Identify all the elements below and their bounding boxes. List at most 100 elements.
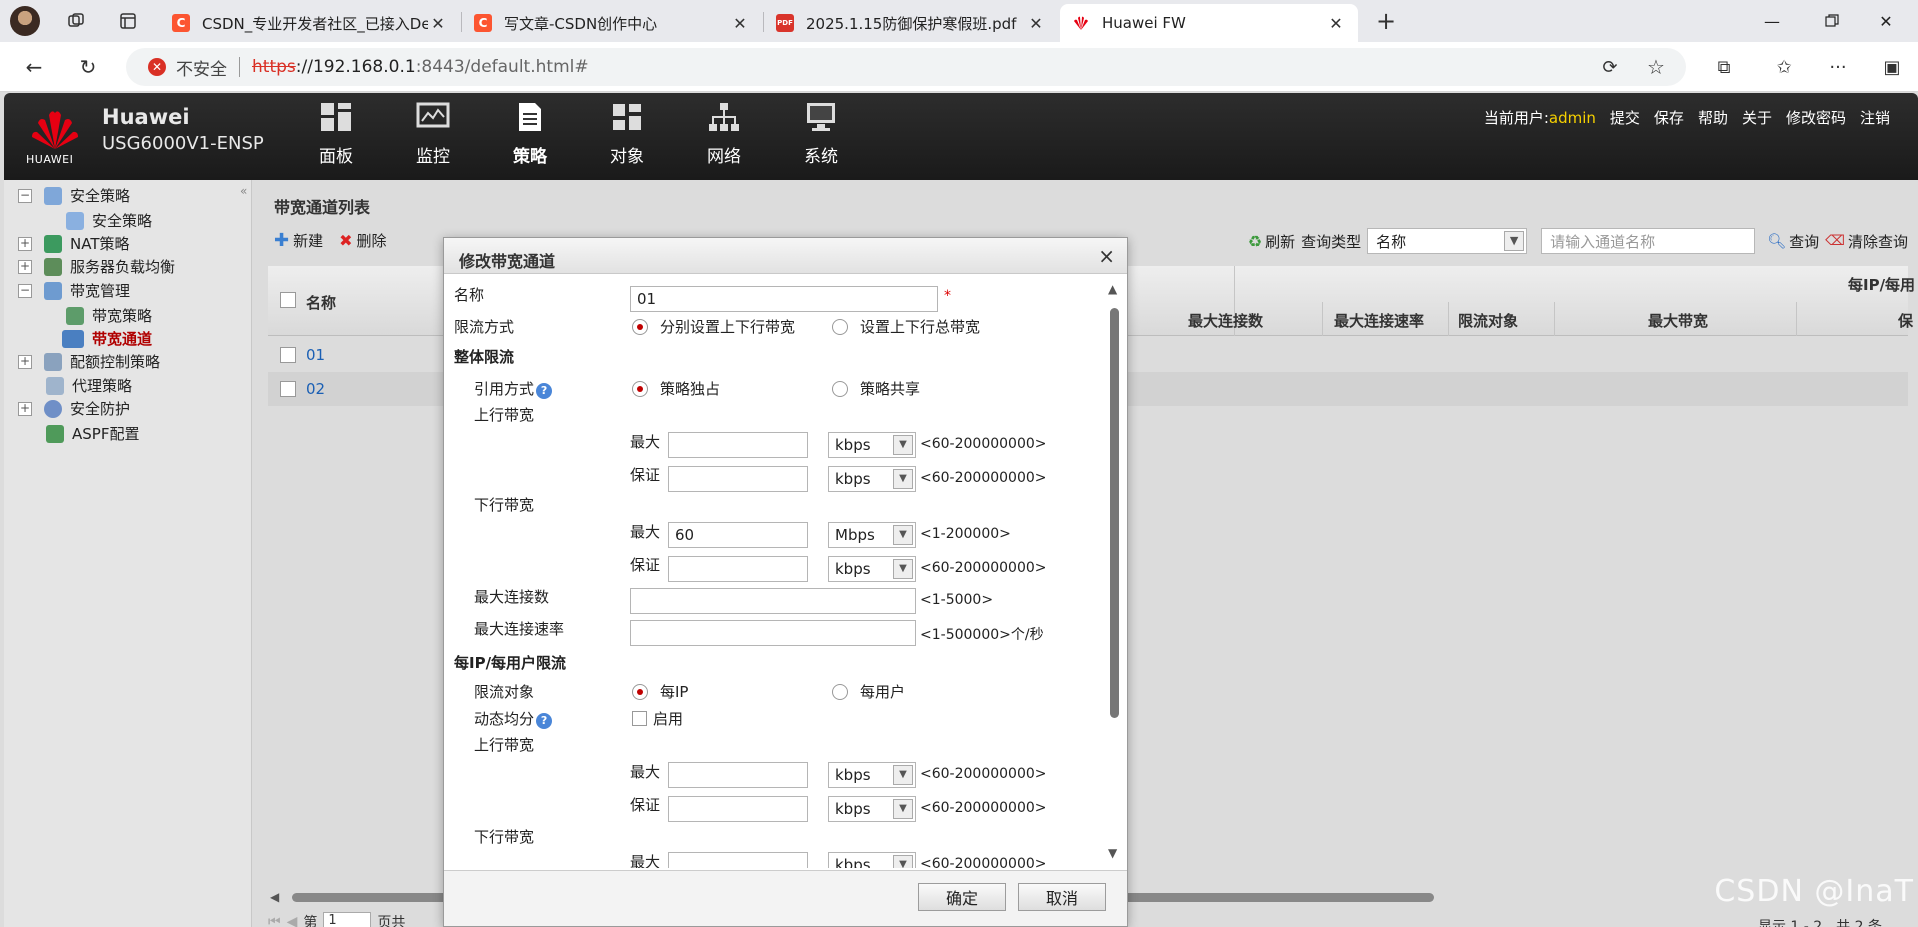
col-header-max-conn[interactable]: 最大连接数 (1188, 310, 1263, 331)
close-tab-icon[interactable]: ✕ (1326, 14, 1346, 33)
per-up-max-unit-select[interactable]: kbps ▼ (828, 762, 916, 788)
close-tab-icon[interactable]: ✕ (1026, 14, 1046, 33)
reload-icon[interactable]: ↻ (72, 53, 104, 81)
workspaces-icon[interactable] (60, 7, 92, 35)
browser-tab-pdf[interactable]: PDF 2025.1.15防御保护寒假班.pdf ✕ (764, 4, 1058, 42)
change-password-link[interactable]: 修改密码 (1786, 107, 1846, 128)
favorites-icon[interactable]: ✩ (1768, 53, 1800, 81)
expand-icon[interactable]: + (18, 401, 32, 416)
select-all-checkbox[interactable] (280, 292, 296, 308)
extensions-icon[interactable]: ⧉ (1708, 53, 1740, 81)
col-header-limit-object[interactable]: 限流对象 (1458, 310, 1518, 331)
help-icon[interactable]: ? (536, 382, 553, 399)
minimize-icon[interactable]: — (1752, 8, 1792, 34)
radio-total-bandwidth[interactable]: 设置上下行总带宽 (832, 316, 980, 337)
tree-item-proxy-policy[interactable]: 代理策略 (46, 375, 132, 396)
per-up-guarantee-input[interactable] (668, 796, 808, 822)
clear-search-button[interactable]: ⌫ 清除查询 (1825, 231, 1908, 252)
delete-button[interactable]: ✖ 删除 (339, 230, 386, 251)
tree-item-security-protection[interactable]: + 安全防护 (18, 398, 130, 419)
tree-item-quota-policy[interactable]: + 配额控制策略 (18, 351, 160, 372)
sidebar-toggle-icon[interactable]: ▣ (1876, 53, 1908, 81)
help-link[interactable]: 帮助 (1698, 107, 1728, 128)
up-guarantee-unit-select[interactable]: kbps ▼ (828, 466, 916, 492)
collapse-icon[interactable]: − (18, 283, 32, 298)
tree-item-aspf[interactable]: ASPF配置 (46, 423, 139, 444)
per-up-max-input[interactable] (668, 762, 808, 788)
col-header-guarantee[interactable]: 保 (1898, 310, 1913, 331)
tree-item-bandwidth-mgmt[interactable]: − 带宽管理 (18, 280, 130, 301)
per-down-max-input[interactable] (668, 852, 808, 868)
nav-policy[interactable]: 策略 (495, 101, 565, 167)
nav-dashboard[interactable]: 面板 (301, 101, 371, 167)
page-number-input[interactable]: 1 (323, 912, 372, 927)
read-aloud-icon[interactable]: ⟳ (1594, 53, 1626, 81)
row-name-link[interactable]: 02 (306, 380, 325, 398)
tree-item-security-policy[interactable]: 安全策略 (66, 210, 152, 231)
tree-item-nat-policy[interactable]: + NAT策略 (18, 233, 129, 254)
max-conn-rate-input[interactable] (630, 620, 916, 646)
per-up-guarantee-unit-select[interactable]: kbps ▼ (828, 796, 916, 822)
tree-item-security-policy-group[interactable]: − 安全策略 (18, 185, 130, 206)
browser-tab-write[interactable]: C 写文章-CSDN创作中心 ✕ (462, 4, 762, 42)
up-guarantee-input[interactable] (668, 466, 808, 492)
cancel-button[interactable]: 取消 (1018, 883, 1106, 911)
down-max-unit-select[interactable]: Mbps ▼ (828, 522, 916, 548)
dialog-scrollbar[interactable]: ▲ ▼ (1106, 282, 1122, 868)
prev-page-icon[interactable]: ◀ (287, 914, 298, 927)
row-name-link[interactable]: 01 (306, 346, 325, 364)
col-header-max-bandwidth[interactable]: 最大带宽 (1648, 310, 1708, 331)
tree-item-server-lb[interactable]: + 服务器负载均衡 (18, 256, 175, 277)
browser-tab-csdn[interactable]: C CSDN_专业开发者社区_已接入Dee ✕ (160, 4, 460, 42)
channel-search-input[interactable]: 请输入通道名称 (1541, 228, 1756, 254)
tree-item-bandwidth-channel[interactable]: 带宽通道 (62, 328, 152, 349)
radio-policy-exclusive[interactable]: 策略独占 (632, 378, 720, 399)
tree-item-bandwidth-policy[interactable]: 带宽策略 (66, 305, 152, 326)
scroll-down-icon[interactable]: ▼ (1108, 846, 1117, 860)
radio-policy-shared[interactable]: 策略共享 (832, 378, 920, 399)
about-link[interactable]: 关于 (1742, 107, 1772, 128)
radio-per-user[interactable]: 每用户 (832, 681, 905, 702)
expand-icon[interactable]: + (18, 259, 32, 274)
nav-system[interactable]: 系统 (786, 101, 856, 167)
more-menu-icon[interactable]: ··· (1822, 53, 1854, 81)
scrollbar-thumb[interactable] (1110, 308, 1119, 718)
nav-network[interactable]: 网络 (689, 101, 759, 167)
help-icon[interactable]: ? (536, 712, 553, 729)
down-max-input[interactable]: 60 (668, 522, 808, 548)
logout-link[interactable]: 注销 (1860, 107, 1890, 128)
favorite-star-icon[interactable]: ☆ (1640, 53, 1672, 81)
close-tab-icon[interactable]: ✕ (428, 14, 448, 33)
col-header-max-conn-rate[interactable]: 最大连接速率 (1334, 310, 1424, 331)
collapse-icon[interactable]: − (18, 188, 32, 203)
per-down-max-unit-select[interactable]: kbps ▼ (828, 852, 916, 868)
browser-tab-huawei[interactable]: Huawei FW ✕ (1060, 4, 1358, 42)
name-input[interactable]: 01 (630, 286, 938, 312)
radio-separate-bandwidth[interactable]: 分别设置上下行带宽 (632, 316, 795, 337)
radio-per-ip[interactable]: 每IP (632, 681, 688, 702)
max-conn-input[interactable] (630, 588, 916, 614)
enable-dynamic-checkbox[interactable]: 启用 (632, 708, 683, 729)
new-tab-icon[interactable]: + (1370, 7, 1402, 35)
commit-link[interactable]: 提交 (1610, 107, 1640, 128)
profile-avatar[interactable] (10, 6, 40, 36)
new-button[interactable]: ✚ 新建 (274, 230, 323, 251)
scroll-up-icon[interactable]: ▲ (1108, 282, 1117, 296)
refresh-button[interactable]: ♻ 刷新 (1248, 231, 1295, 252)
save-link[interactable]: 保存 (1654, 107, 1684, 128)
url-bar[interactable]: ✕ 不安全 https://192.168.0.1:8443/default.h… (126, 48, 1686, 86)
row-checkbox[interactable] (280, 347, 296, 363)
back-icon[interactable]: ← (18, 53, 50, 81)
scroll-left-icon[interactable]: ◀ (270, 890, 279, 904)
down-guarantee-input[interactable] (668, 556, 808, 582)
col-header-name[interactable]: 名称 (306, 292, 336, 313)
close-icon[interactable]: × (1098, 244, 1115, 268)
nav-object[interactable]: 对象 (592, 101, 662, 167)
nav-monitor[interactable]: 监控 (398, 101, 468, 167)
row-checkbox[interactable] (280, 381, 296, 397)
expand-icon[interactable]: + (18, 236, 32, 251)
down-guarantee-unit-select[interactable]: kbps ▼ (828, 556, 916, 582)
expand-icon[interactable]: + (18, 354, 32, 369)
query-type-select[interactable]: 名称 ▼ (1367, 228, 1528, 254)
tab-actions-icon[interactable] (112, 7, 144, 35)
